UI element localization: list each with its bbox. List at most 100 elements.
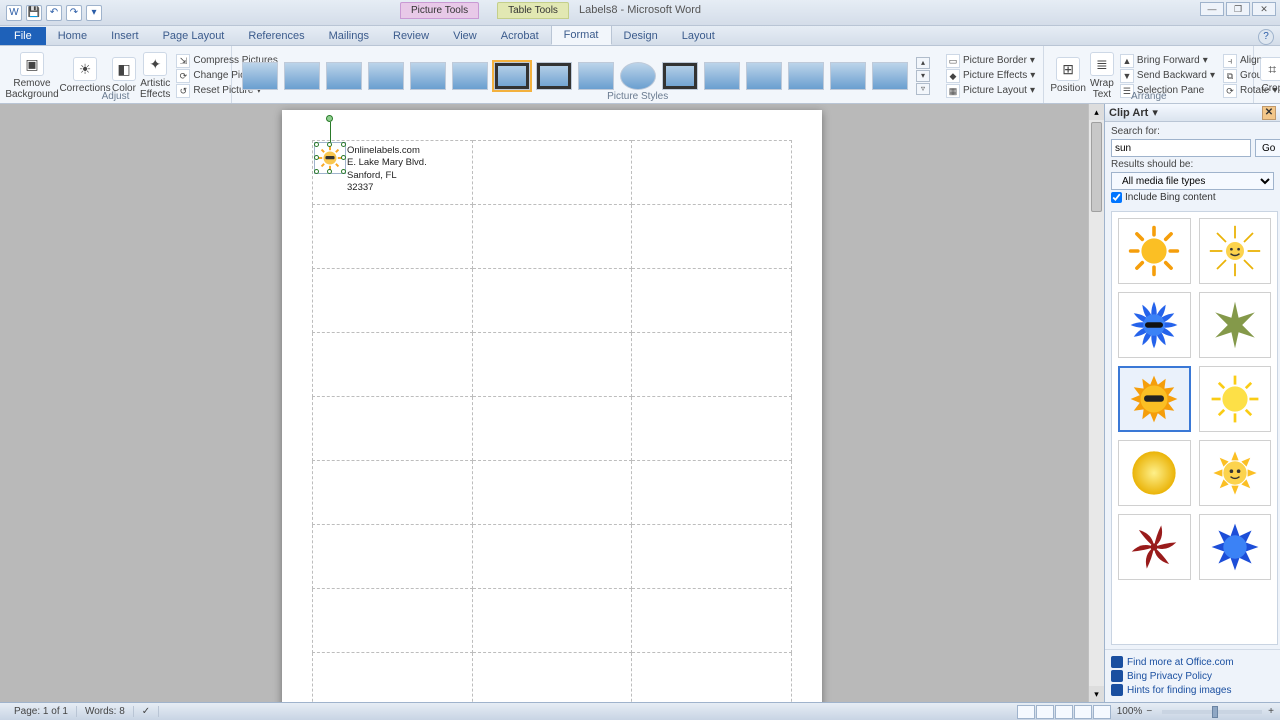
zoom-level[interactable]: 100% xyxy=(1117,706,1143,717)
clipart-result-selected[interactable] xyxy=(1118,366,1191,432)
help-icon[interactable]: ? xyxy=(1258,29,1274,45)
style-thumb[interactable] xyxy=(494,62,530,90)
picture-border-button[interactable]: ▭Picture Border ▾ xyxy=(944,54,1037,68)
scroll-up-arrow[interactable]: ▴ xyxy=(1089,104,1104,120)
search-input[interactable] xyxy=(1111,139,1251,157)
gallery-scroll-up[interactable]: ▴ xyxy=(916,57,930,69)
design-tab[interactable]: Design xyxy=(612,27,670,45)
draft-view[interactable] xyxy=(1093,705,1111,719)
label-cell[interactable] xyxy=(472,397,632,461)
save-icon[interactable]: 💾 xyxy=(26,5,42,21)
crop-button[interactable]: ⌗Crop xyxy=(1260,57,1280,94)
find-more-link[interactable]: Find more at Office.com xyxy=(1111,656,1274,668)
corrections-button[interactable]: ☀Corrections xyxy=(62,57,108,94)
undo-icon[interactable]: ↶ xyxy=(46,5,62,21)
clipart-result[interactable] xyxy=(1118,218,1191,284)
style-thumb[interactable] xyxy=(788,62,824,90)
file-tab[interactable]: File xyxy=(0,27,46,45)
label-cell[interactable] xyxy=(632,141,792,205)
picture-effects-button[interactable]: ◆Picture Effects ▾ xyxy=(944,69,1037,83)
label-cell[interactable] xyxy=(313,525,473,589)
label-cell[interactable] xyxy=(313,397,473,461)
label-cell[interactable] xyxy=(632,269,792,333)
label-cell[interactable] xyxy=(472,589,632,653)
include-bing-checkbox[interactable] xyxy=(1111,192,1122,203)
label-cell[interactable]: Onlinelabels.com E. Lake Mary Blvd. Sanf… xyxy=(313,141,473,205)
media-types-select[interactable]: All media file types xyxy=(1111,172,1274,190)
clipart-result[interactable] xyxy=(1199,292,1272,358)
minimize-button[interactable]: — xyxy=(1200,2,1224,16)
full-screen-view[interactable] xyxy=(1036,705,1054,719)
taskpane-close-button[interactable]: ✕ xyxy=(1262,106,1276,120)
go-button[interactable]: Go xyxy=(1255,139,1280,157)
scroll-thumb[interactable] xyxy=(1091,122,1102,212)
acrobat-tab[interactable]: Acrobat xyxy=(489,27,551,45)
clipart-result[interactable] xyxy=(1199,440,1272,506)
redo-icon[interactable]: ↷ xyxy=(66,5,82,21)
style-thumb[interactable] xyxy=(662,62,698,90)
label-cell[interactable] xyxy=(632,461,792,525)
review-tab[interactable]: Review xyxy=(381,27,441,45)
clipart-result[interactable] xyxy=(1118,440,1191,506)
label-cell[interactable] xyxy=(632,525,792,589)
address-text[interactable]: Onlinelabels.com E. Lake Mary Blvd. Sanf… xyxy=(347,145,427,194)
color-button[interactable]: ◧Color xyxy=(112,57,136,94)
rotate-handle[interactable] xyxy=(326,115,333,122)
scroll-down-arrow[interactable]: ▾ xyxy=(1089,686,1104,702)
style-thumb[interactable] xyxy=(872,62,908,90)
label-cell[interactable] xyxy=(472,653,632,703)
style-thumb[interactable] xyxy=(242,62,278,90)
label-cell[interactable] xyxy=(313,461,473,525)
label-cell[interactable] xyxy=(472,333,632,397)
style-thumb[interactable] xyxy=(368,62,404,90)
style-thumb[interactable] xyxy=(452,62,488,90)
style-thumb[interactable] xyxy=(704,62,740,90)
web-layout-view[interactable] xyxy=(1055,705,1073,719)
clipart-result[interactable] xyxy=(1118,514,1191,580)
word-count[interactable]: Words: 8 xyxy=(77,706,134,717)
clipart-result[interactable] xyxy=(1199,514,1272,580)
clipart-results-grid[interactable] xyxy=(1111,211,1278,645)
taskpane-dropdown-icon[interactable]: ▾ xyxy=(1152,106,1158,119)
insert-tab[interactable]: Insert xyxy=(99,27,151,45)
label-cell[interactable] xyxy=(632,653,792,703)
position-button[interactable]: ⊞Position xyxy=(1050,57,1086,94)
label-cell[interactable] xyxy=(632,589,792,653)
document-page[interactable]: Onlinelabels.com E. Lake Mary Blvd. Sanf… xyxy=(282,110,822,702)
page-status[interactable]: Page: 1 of 1 xyxy=(6,706,77,717)
label-cell[interactable] xyxy=(313,333,473,397)
style-thumb[interactable] xyxy=(578,62,614,90)
label-cell[interactable] xyxy=(313,589,473,653)
gallery-scroll-down[interactable]: ▾ xyxy=(916,70,930,82)
label-cell[interactable] xyxy=(632,333,792,397)
view-tab[interactable]: View xyxy=(441,27,489,45)
print-layout-view[interactable] xyxy=(1017,705,1035,719)
close-button[interactable]: ✕ xyxy=(1252,2,1276,16)
style-thumb[interactable] xyxy=(830,62,866,90)
vertical-scrollbar[interactable]: ▴ ▾ xyxy=(1088,104,1104,702)
bing-privacy-link[interactable]: Bing Privacy Policy xyxy=(1111,670,1274,682)
document-scroll-area[interactable]: Onlinelabels.com E. Lake Mary Blvd. Sanf… xyxy=(0,104,1104,702)
hints-link[interactable]: Hints for finding images xyxy=(1111,684,1274,696)
label-cell[interactable] xyxy=(313,205,473,269)
qat-customize-icon[interactable]: ▾ xyxy=(86,5,102,21)
bring-forward-button[interactable]: ▲Bring Forward ▾ xyxy=(1118,54,1217,68)
home-tab[interactable]: Home xyxy=(46,27,99,45)
label-cell[interactable] xyxy=(472,205,632,269)
clipart-result[interactable] xyxy=(1199,218,1272,284)
outline-view[interactable] xyxy=(1074,705,1092,719)
references-tab[interactable]: References xyxy=(236,27,316,45)
style-thumb[interactable] xyxy=(410,62,446,90)
style-thumb[interactable] xyxy=(620,62,656,90)
label-cell[interactable] xyxy=(472,525,632,589)
clipart-result[interactable] xyxy=(1118,292,1191,358)
label-cell[interactable] xyxy=(472,269,632,333)
clipart-result[interactable] xyxy=(1199,366,1272,432)
label-cell[interactable] xyxy=(632,397,792,461)
label-cell[interactable] xyxy=(472,461,632,525)
format-tab[interactable]: Format xyxy=(551,25,612,45)
style-thumb[interactable] xyxy=(284,62,320,90)
selected-clipart-sun[interactable] xyxy=(317,145,343,171)
label-cell[interactable] xyxy=(313,653,473,703)
mailings-tab[interactable]: Mailings xyxy=(317,27,381,45)
